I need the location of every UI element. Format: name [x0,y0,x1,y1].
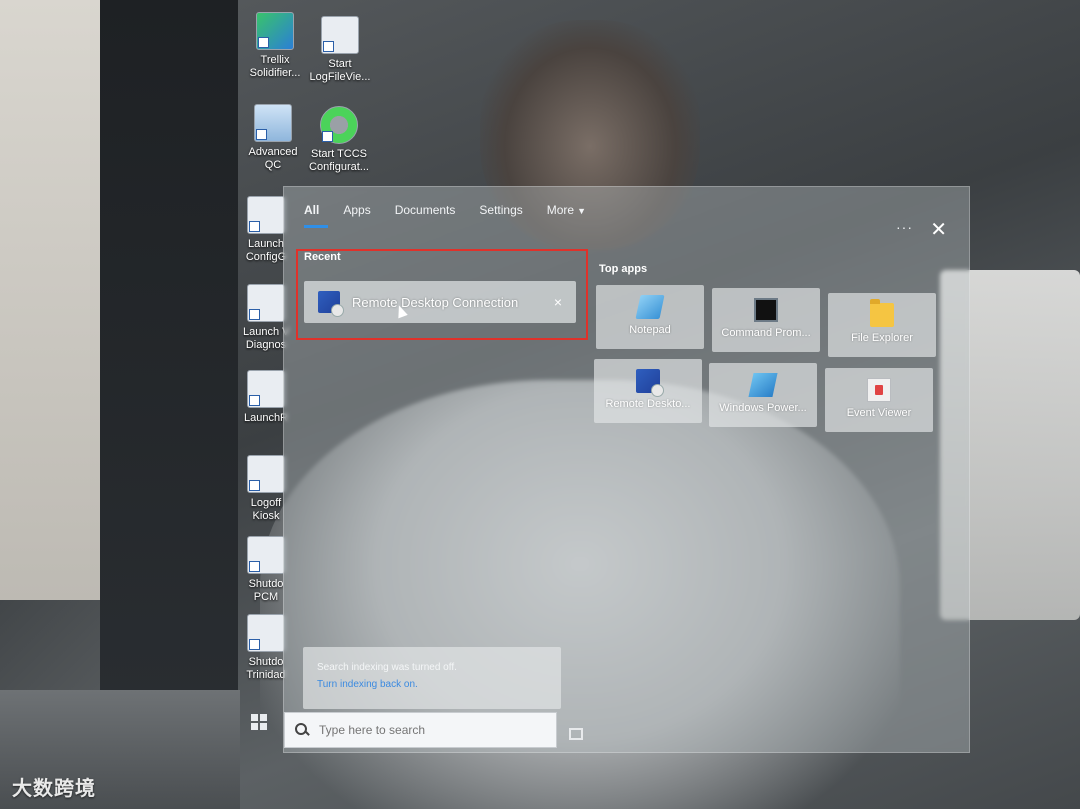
search-icon [295,723,309,737]
search-input[interactable] [317,722,541,738]
remote-desktop-icon [636,369,664,397]
top-apps-heading: Top apps [599,263,648,275]
file-explorer-icon [870,299,894,327]
active-tab-indicator [304,225,328,228]
desktop-icon-start-logfileviewer[interactable]: Start LogFileVie... [305,16,375,84]
search-panel: All Apps Documents Settings More ▼ ··· ✕ … [283,186,970,753]
trellix-icon [256,12,294,50]
file-icon [247,370,285,408]
tab-apps[interactable]: Apps [343,203,370,217]
windows-logo-icon [251,714,258,721]
more-options-button[interactable]: ··· [896,219,913,235]
top-app-command-prompt[interactable]: Command Prom... [712,288,820,352]
event-viewer-icon [867,378,891,402]
top-app-remote-desktop[interactable]: Remote Deskto... [594,359,702,423]
indexing-message: Search indexing was turned off. [317,662,457,673]
command-prompt-icon [754,298,778,322]
indexing-notice: Search indexing was turned off. Turn ind… [303,647,561,709]
top-app-windows-powershell[interactable]: Windows Power... [709,363,817,427]
window-icon [321,16,359,54]
chart-icon [254,104,292,142]
turn-indexing-on-link[interactable]: Turn indexing back on. [317,679,418,690]
monitor-bezel [100,0,240,809]
tab-all[interactable]: All [304,203,319,217]
file-icon [247,536,285,574]
file-icon [247,455,285,493]
chevron-down-icon: ▼ [577,206,587,216]
file-icon [247,196,285,234]
background-wall [0,0,105,600]
search-tabs: All Apps Documents Settings More ▼ [304,203,586,217]
top-app-file-explorer[interactable]: File Explorer [828,293,936,357]
tab-more[interactable]: More ▼ [547,203,586,217]
tab-more-label: More [546,203,575,217]
taskbar-search-box[interactable] [284,712,557,748]
desktop-icon-start-tccs[interactable]: Start TCCS Configurat... [304,106,374,174]
close-button[interactable]: ✕ [930,217,947,242]
red-highlight-box [296,249,588,340]
start-button[interactable] [251,714,267,730]
desktop-icon-advanced-qc[interactable]: Advanced QC [238,104,308,172]
powershell-icon [748,373,778,397]
file-icon [247,614,285,652]
notepad-icon [635,295,665,319]
top-app-event-viewer[interactable]: Event Viewer [825,368,933,432]
tab-settings[interactable]: Settings [479,203,522,217]
tab-documents[interactable]: Documents [395,203,456,217]
task-view-icon[interactable] [569,728,583,740]
watermark-logo: 大数跨境 [12,778,96,800]
gear-icon [320,106,358,144]
top-app-notepad[interactable]: Notepad [596,285,704,349]
desktop-icon-trellix[interactable]: Trellix Solidifier... [240,12,310,80]
file-icon [247,284,285,322]
